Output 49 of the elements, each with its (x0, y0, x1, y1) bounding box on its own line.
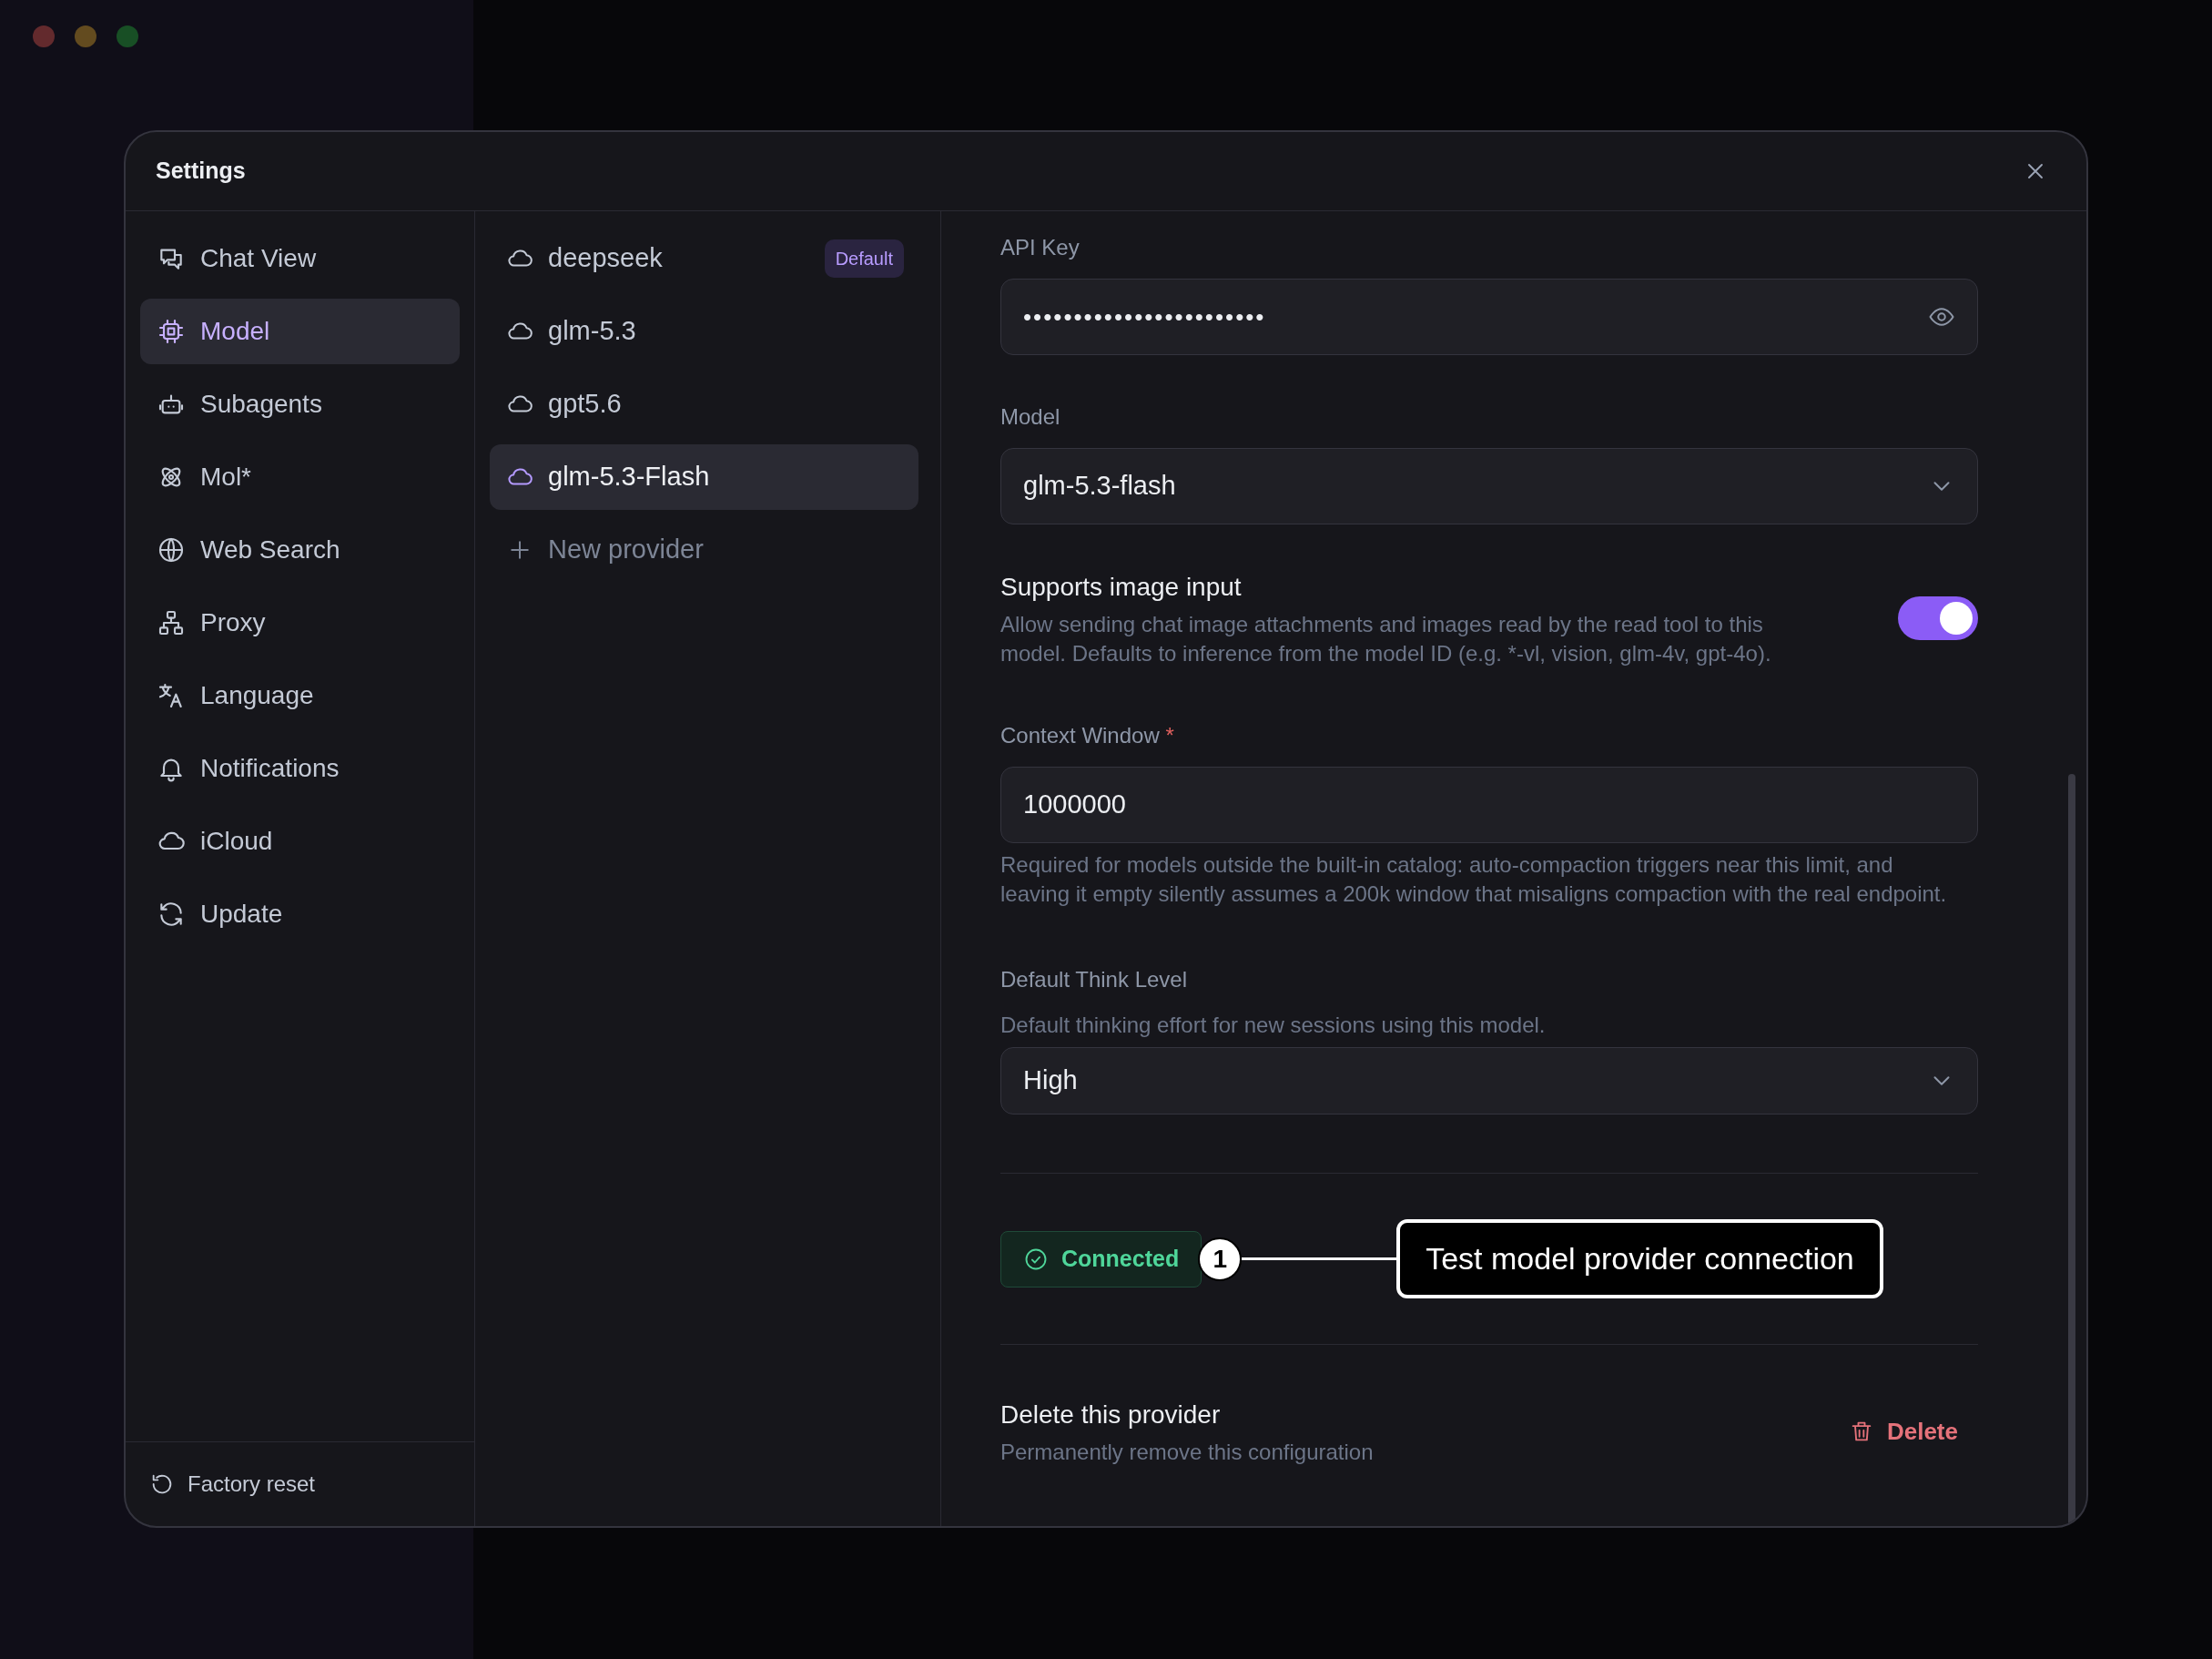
new-provider-button[interactable]: New provider (490, 517, 918, 583)
nav-item[interactable]: Language (140, 663, 460, 728)
factory-reset-button[interactable]: Factory reset (144, 1467, 321, 1501)
delete-button[interactable]: Delete (1842, 1412, 1963, 1450)
nav-item[interactable]: Mol* (140, 444, 460, 510)
window-control-icon[interactable] (117, 25, 138, 47)
connected-button[interactable]: Connected (1000, 1230, 1202, 1288)
setting-description: Default thinking effort for new sessions using this model. (1000, 1012, 1547, 1039)
field-label: Model (1000, 403, 1061, 431)
dialog-title: Settings (156, 157, 246, 186)
default-tag: Default (824, 239, 904, 278)
masked-key: •••••••••••••••••••••••• (1023, 299, 1266, 335)
toggle-switch[interactable] (1898, 596, 1978, 640)
provider-item[interactable]: deepseek Default (490, 226, 918, 291)
provider-item[interactable]: glm-5.3 (490, 299, 918, 364)
field-label: Context Window * (1000, 722, 1175, 749)
field-label: API Key (1000, 234, 1081, 261)
nav-item[interactable]: Notifications (140, 736, 460, 801)
nav-item[interactable]: Update (140, 881, 460, 947)
network-icon (157, 608, 186, 637)
window-control-icon[interactable] (75, 25, 96, 47)
provider-name: glm-5.3-Flash (548, 461, 710, 494)
globe-icon (157, 535, 186, 565)
model-select[interactable]: glm-5.3-flash (1000, 448, 1978, 524)
api-key-field[interactable]: •••••••••••••••••••••••• (1000, 279, 1978, 355)
think-level-select[interactable]: High (1000, 1047, 1978, 1114)
nav-item[interactable]: Model (140, 299, 460, 364)
context-window-field[interactable]: 1000000 (1000, 767, 1978, 843)
field-label: Default Think Level (1000, 966, 1188, 993)
provider-name: glm-5.3 (548, 315, 636, 348)
provider-item[interactable]: glm-5.3-Flash (490, 444, 918, 510)
nav-item[interactable]: Proxy (140, 590, 460, 656)
section-title: Delete this provider (1000, 1399, 1222, 1430)
nav-item[interactable]: iCloud (140, 809, 460, 874)
chip-icon (157, 317, 186, 346)
setting-title: Supports image input (1000, 572, 1243, 603)
nav-item[interactable]: Subagents (140, 371, 460, 437)
required-mark: * (1165, 723, 1174, 748)
window-control-icon[interactable] (33, 25, 55, 47)
help-text: Required for models outside the built-in catalog: auto-compaction triggers near this limit, and leaving it empty silently assumes a 200k window that misaligns compaction with the real endpoint. (1000, 851, 1948, 908)
nav-item[interactable]: Chat View (140, 226, 460, 291)
provider-name: gpt5.6 (548, 388, 622, 421)
provider-name: deepseek (548, 242, 663, 275)
callout-label: Test model provider connection (1396, 1219, 1883, 1298)
callout-number: 1 (1198, 1237, 1243, 1281)
nav-item[interactable]: Web Search (140, 517, 460, 583)
provider-item[interactable]: gpt5.6 (490, 371, 918, 437)
setting-description: Allow sending chat image attachments and images read by the read tool to this model. Defaults to inference from the model ID (e.g. *-vl, vision, glm-4v, gpt-4o). (1000, 611, 1772, 667)
section-description: Permanently remove this configuration (1000, 1439, 1374, 1466)
